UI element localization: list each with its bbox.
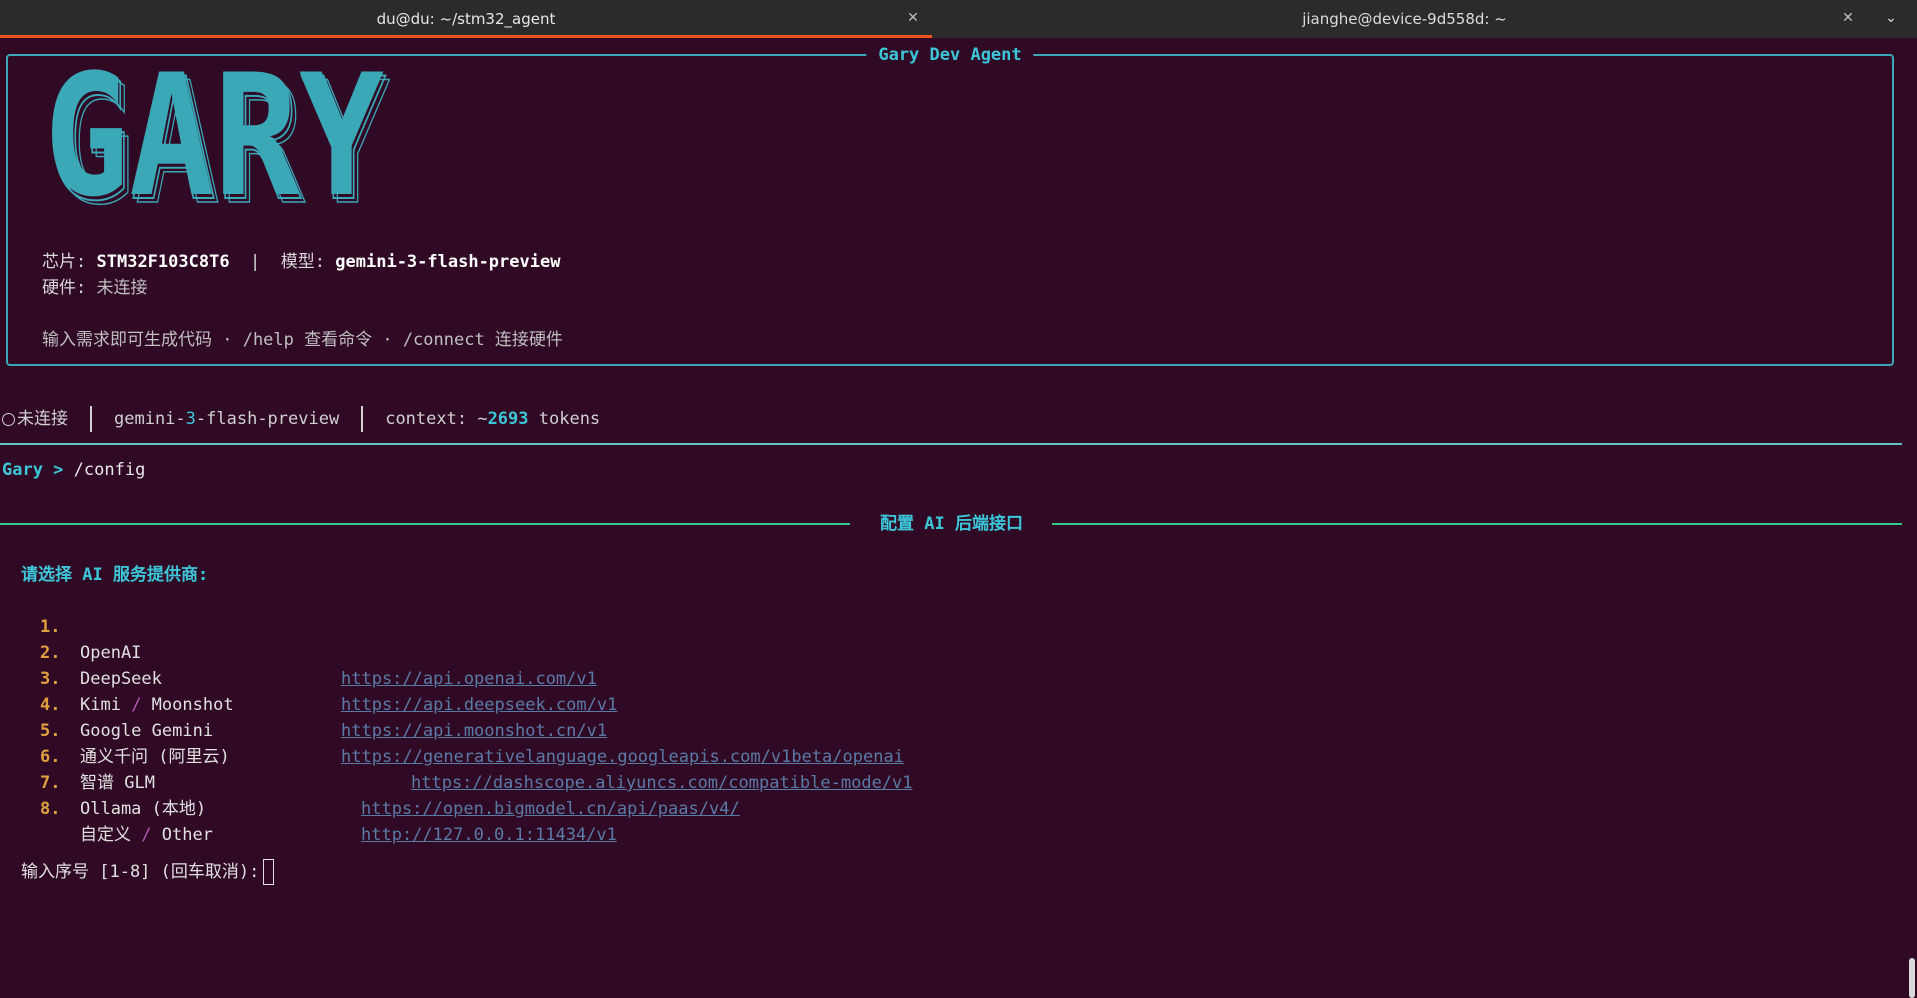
- hint-line: 输入需求即可生成代码 · /help 查看命令 · /connect 连接硬件: [42, 330, 563, 350]
- model-status: gemini-3-flash-preview: [114, 409, 340, 429]
- provider-url-link[interactable]: https://generativelanguage.googleapis.co…: [341, 744, 904, 770]
- provider-option[interactable]: 7. Ollama (本地) http://127.0.0.1:11434/v1: [0, 744, 617, 845]
- input-prompt: 输入序号 [1-8] (回车取消):: [21, 862, 260, 882]
- provider-url-link[interactable]: https://api.deepseek.com/v1: [341, 692, 617, 718]
- disconnected-circle-icon: [2, 412, 15, 426]
- header-rule-right: [1052, 523, 1902, 525]
- context-status: context: ~2693 tokens: [385, 409, 601, 429]
- status-bar: 未连接 gemini-3-flash-preview context: ~269…: [0, 405, 600, 433]
- tab-bar: du@du: ~/stm32_agent ✕ jianghe@device-9d…: [0, 0, 1917, 39]
- provider-option[interactable]: 4. Google Gemini https://generativelangu…: [0, 666, 904, 767]
- provider-url-link[interactable]: https://api.moonshot.cn/v1: [341, 718, 607, 744]
- selection-input-line[interactable]: 输入序号 [1-8] (回车取消):: [21, 858, 275, 886]
- tab-stm32-agent[interactable]: du@du: ~/stm32_agent ✕: [0, 0, 932, 38]
- header-rule-left: [0, 523, 850, 525]
- choose-provider-label: 请选择 AI 服务提供商:: [21, 565, 209, 585]
- provider-option[interactable]: 8. 自定义 / Other: [0, 770, 213, 845]
- section-title: 配置 AI 后端接口: [880, 514, 1023, 534]
- panel-title: Gary Dev Agent: [866, 44, 1034, 66]
- close-icon[interactable]: ✕: [1839, 9, 1857, 27]
- connection-status: 未连接: [17, 409, 68, 429]
- tab-jianghe-device[interactable]: jianghe@device-9d558d: ~ ✕: [932, 0, 1877, 38]
- scrollbar-thumb[interactable]: [1909, 958, 1915, 998]
- chip-model-line: 芯片: STM32F103C8T6 | 模型: gemini-3-flash-p…: [42, 252, 561, 272]
- gary-logo: GARY GARY GARY: [44, 66, 391, 216]
- provider-option[interactable]: 5. 通义千问 (阿里云) https://dashscope.aliyuncs…: [0, 692, 913, 793]
- provider-url-link[interactable]: https://api.openai.com/v1: [341, 666, 597, 692]
- provider-option[interactable]: 1. OpenAI https://api.openai.com/v1: [0, 588, 597, 689]
- chevron-down-icon[interactable]: ⌄: [1883, 10, 1899, 26]
- terminal-area[interactable]: Gary Dev Agent GARY GARY GARY 芯片: STM32F…: [0, 38, 1917, 998]
- provider-option[interactable]: 3. Kimi / Moonshot https://api.moonshot.…: [0, 640, 607, 741]
- divider: [90, 406, 92, 432]
- command-prompt: Gary > /config: [2, 458, 145, 482]
- entered-command: /config: [73, 460, 146, 480]
- separator-line: [0, 443, 1902, 445]
- provider-url-link[interactable]: http://127.0.0.1:11434/v1: [361, 822, 617, 848]
- hardware-status: 未连接: [96, 278, 148, 298]
- provider-option[interactable]: 2. DeepSeek https://api.deepseek.com/v1: [0, 614, 617, 715]
- tab-title: du@du: ~/stm32_agent: [376, 10, 556, 28]
- provider-url-link[interactable]: https://dashscope.aliyuncs.com/compatibl…: [411, 770, 913, 796]
- agent-banner-panel: Gary Dev Agent GARY GARY GARY 芯片: STM32F…: [6, 44, 1894, 366]
- model-value: gemini-3-flash-preview: [335, 252, 561, 272]
- provider-option[interactable]: 6. 智谱 GLM https://open.bigmodel.cn/api/p…: [0, 718, 740, 819]
- chip-value: STM32F103C8T6: [96, 252, 230, 272]
- provider-url-link[interactable]: https://open.bigmodel.cn/api/paas/v4/: [361, 796, 740, 822]
- tab-title: jianghe@device-9d558d: ~: [1302, 10, 1507, 28]
- prompt-label: Gary >: [2, 460, 74, 480]
- svg-text:GARY: GARY: [44, 66, 384, 216]
- close-icon[interactable]: ✕: [904, 9, 922, 27]
- text-cursor[interactable]: [263, 859, 275, 885]
- divider: [361, 406, 364, 432]
- hardware-line: 硬件: 未连接: [42, 278, 148, 298]
- config-section-header: 配置 AI 后端接口: [0, 512, 1902, 536]
